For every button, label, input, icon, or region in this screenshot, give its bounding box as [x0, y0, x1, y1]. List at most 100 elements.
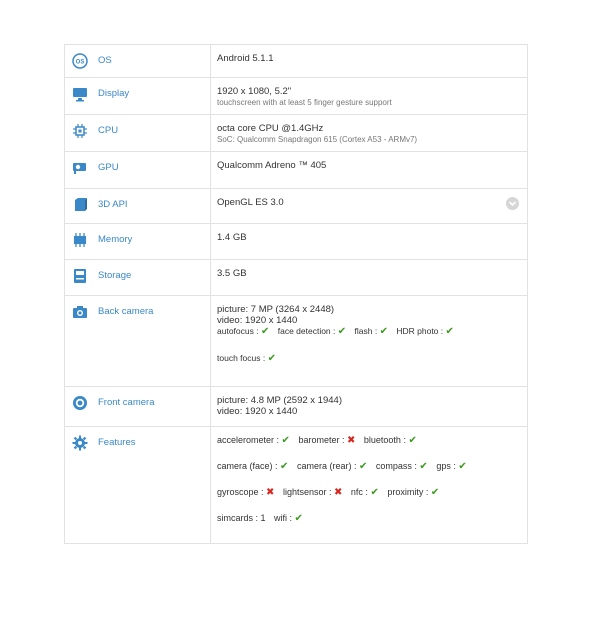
label-cell-features: Features — [65, 427, 211, 543]
front-camera-video: video: 1920 x 1440 — [217, 406, 298, 417]
feature-flash: flash : ✔ — [354, 326, 388, 337]
chip-icon — [72, 123, 88, 139]
feature-label: autofocus : — [217, 326, 259, 336]
feature-hdr-photo: HDR photo : ✔ — [396, 326, 454, 337]
label-cell-3d-api: 3D API — [65, 189, 211, 223]
cross-icon: ✖ — [334, 487, 343, 498]
feature-label: camera (face) : — [217, 461, 278, 471]
monitor-icon — [72, 86, 88, 102]
row-display: Display 1920 x 1080, 5.2" touchscreen wi… — [65, 78, 527, 115]
cross-icon: ✖ — [347, 435, 356, 446]
row-label: 3D API — [98, 199, 128, 210]
value-cell-back-camera: picture: 7 MP (3264 x 2448) video: 1920 … — [211, 296, 527, 386]
front-camera-picture: picture: 4.8 MP (2592 x 1944) — [217, 395, 342, 406]
back-camera-feature-line: autofocus : ✔ face detection : ✔ flash :… — [217, 326, 527, 337]
row-label: GPU — [98, 162, 119, 173]
os-icon: OS — [72, 53, 88, 69]
row-label: Back camera — [98, 306, 154, 317]
check-icon: ✔ — [260, 326, 270, 337]
check-icon: ✔ — [267, 353, 276, 364]
memory-icon — [72, 232, 88, 248]
memory-value: 1.4 GB — [217, 232, 247, 243]
label-cell-memory: Memory — [65, 224, 211, 259]
feature-label: accelerometer : — [217, 435, 280, 445]
feature-label: lightsensor : — [282, 487, 332, 497]
feature-gps: gps : ✔ — [436, 461, 467, 472]
feature-face-detection: face detection : ✔ — [278, 326, 347, 337]
cross-icon: ✖ — [266, 487, 275, 498]
feature-lightsensor: lightsensor : ✖ — [282, 487, 343, 498]
features-line: gyroscope : ✖ lightsensor : ✖ nfc : ✔ pr… — [217, 487, 527, 498]
row-memory: Memory 1.4 GB — [65, 224, 527, 260]
feature-label: flash : — [354, 326, 378, 336]
row-label: Memory — [98, 234, 133, 245]
feature-camera-rear: camera (rear) : ✔ — [296, 461, 367, 472]
check-icon: ✔ — [408, 435, 417, 446]
value-cell-front-camera: picture: 4.8 MP (2592 x 1944) video: 192… — [211, 387, 527, 426]
feature-touch-focus: touch focus : ✔ — [217, 353, 276, 364]
row-features: Features accelerometer : ✔ barometer : ✖… — [65, 427, 527, 543]
feature-label: bluetooth : — [363, 435, 406, 445]
label-cell-back-camera: Back camera — [65, 296, 211, 386]
feature-bluetooth: bluetooth : ✔ — [363, 435, 417, 446]
row-label: OS — [98, 55, 112, 66]
feature-gyroscope: gyroscope : ✖ — [217, 487, 275, 498]
storage-value: 3.5 GB — [217, 268, 247, 279]
spec-table: OS OS Android 5.1.1 Display 1920 x 1080,… — [64, 44, 528, 544]
back-camera-picture: picture: 7 MP (3264 x 2448) — [217, 304, 335, 315]
gpu-icon — [72, 160, 88, 176]
feature-camera-face: camera (face) : ✔ — [217, 461, 289, 472]
row-3d-api: 3D API OpenGL ES 3.0 — [65, 189, 527, 224]
label-cell-cpu: CPU — [65, 115, 211, 151]
feature-label: touch focus : — [217, 353, 266, 363]
check-icon: ✔ — [294, 513, 303, 524]
feature-label: proximity : — [387, 487, 429, 497]
display-value: 1920 x 1080, 5.2" — [217, 86, 292, 97]
row-front-camera: Front camera picture: 4.8 MP (2592 x 194… — [65, 387, 527, 427]
feature-nfc: nfc : ✔ — [350, 487, 379, 498]
check-icon: ✔ — [419, 461, 428, 472]
check-icon: ✔ — [280, 461, 289, 472]
row-os: OS OS Android 5.1.1 — [65, 45, 527, 78]
gpu-value: Qualcomm Adreno ™ 405 — [217, 160, 327, 171]
label-cell-os: OS OS — [65, 45, 211, 77]
row-storage: Storage 3.5 GB — [65, 260, 527, 296]
feature-label: simcards : 1 — [217, 513, 266, 523]
back-camera-feature-line: touch focus : ✔ — [217, 353, 527, 364]
feature-autofocus: autofocus : ✔ — [217, 326, 270, 337]
label-cell-gpu: GPU — [65, 152, 211, 188]
check-icon: ✔ — [281, 435, 290, 446]
feature-proximity: proximity : ✔ — [387, 487, 440, 498]
value-cell-cpu: octa core CPU @1.4GHz SoC: Qualcomm Snap… — [211, 115, 527, 151]
label-cell-front-camera: Front camera — [65, 387, 211, 426]
check-icon: ✔ — [430, 487, 440, 498]
cube-icon — [72, 197, 88, 213]
row-cpu: CPU octa core CPU @1.4GHz SoC: Qualcomm … — [65, 115, 527, 152]
check-icon: ✔ — [337, 326, 347, 337]
feature-barometer: barometer : ✖ — [298, 435, 356, 446]
features-line: camera (face) : ✔ camera (rear) : ✔ comp… — [217, 461, 527, 472]
features-line: simcards : 1 wifi : ✔ — [217, 513, 527, 524]
row-label: CPU — [98, 125, 119, 136]
back-camera-video: video: 1920 x 1440 — [217, 315, 298, 326]
feature-label: gyroscope : — [217, 487, 264, 497]
os-value: Android 5.1.1 — [217, 53, 274, 64]
check-icon: ✔ — [379, 326, 388, 337]
feature-label: camera (rear) : — [296, 461, 357, 471]
value-cell-os: Android 5.1.1 — [211, 45, 527, 77]
check-icon: ✔ — [458, 461, 467, 472]
value-cell-memory: 1.4 GB — [211, 224, 527, 259]
check-icon: ✔ — [370, 487, 379, 498]
cpu-value: octa core CPU @1.4GHz — [217, 123, 324, 134]
cpu-sub: SoC: Qualcomm Snapdragon 615 (Cortex A53… — [217, 135, 418, 144]
row-gpu: GPU Qualcomm Adreno ™ 405 — [65, 152, 527, 189]
features-line: accelerometer : ✔ barometer : ✖ bluetoot… — [217, 435, 527, 446]
value-cell-features: accelerometer : ✔ barometer : ✖ bluetoot… — [211, 427, 527, 543]
camera-icon — [72, 304, 88, 320]
value-cell-display: 1920 x 1080, 5.2" touchscreen with at le… — [211, 78, 527, 114]
storage-icon — [72, 268, 88, 284]
expand-button[interactable] — [506, 197, 519, 210]
check-icon: ✔ — [445, 326, 454, 337]
gear-icon — [72, 435, 88, 451]
feature-label: nfc : — [350, 487, 368, 497]
